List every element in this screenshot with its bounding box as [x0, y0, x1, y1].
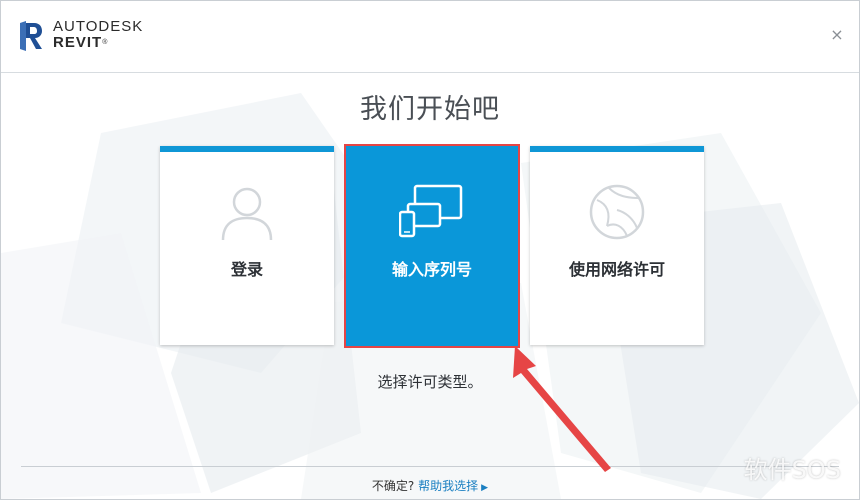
user-silhouette-icon: [221, 187, 273, 241]
close-button[interactable]: ×: [829, 27, 845, 43]
page-title: 我们开始吧: [360, 94, 500, 125]
enter-serial-card[interactable]: 输入序列号: [344, 144, 520, 348]
footer-divider: [21, 466, 839, 467]
card-label: 输入序列号: [391, 260, 472, 279]
license-dialog: AUTODESK REVIT® × 我们开始吧 登录 输入序列号 使用网络许可 …: [0, 0, 860, 500]
card-label: 登录: [230, 260, 263, 279]
card-accent-bar: [160, 146, 334, 152]
brand-product: REVIT: [53, 34, 103, 51]
footer-help: 不确定? 帮助我选择 ▶: [1, 477, 859, 494]
license-type-hint: 选择许可类型。: [377, 373, 483, 391]
revit-logo-icon: [20, 21, 42, 51]
watermark: 软件SOS: [743, 456, 841, 484]
network-globe-icon: [589, 184, 645, 240]
registered-mark: ®: [102, 39, 109, 46]
devices-icon: [399, 184, 463, 238]
network-license-card[interactable]: 使用网络许可: [530, 146, 704, 345]
card-accent-bar: [530, 146, 704, 152]
sign-in-card[interactable]: 登录: [160, 146, 334, 345]
title-bar: AUTODESK REVIT® ×: [1, 1, 859, 73]
help-me-choose-link[interactable]: 帮助我选择: [418, 479, 478, 493]
link-arrow-icon: ▶: [481, 483, 489, 493]
brand-company: AUTODESK: [53, 18, 144, 35]
card-label: 使用网络许可: [568, 260, 665, 279]
brand-wordmark: AUTODESK REVIT®: [53, 19, 143, 51]
footer-question: 不确定?: [371, 479, 415, 493]
